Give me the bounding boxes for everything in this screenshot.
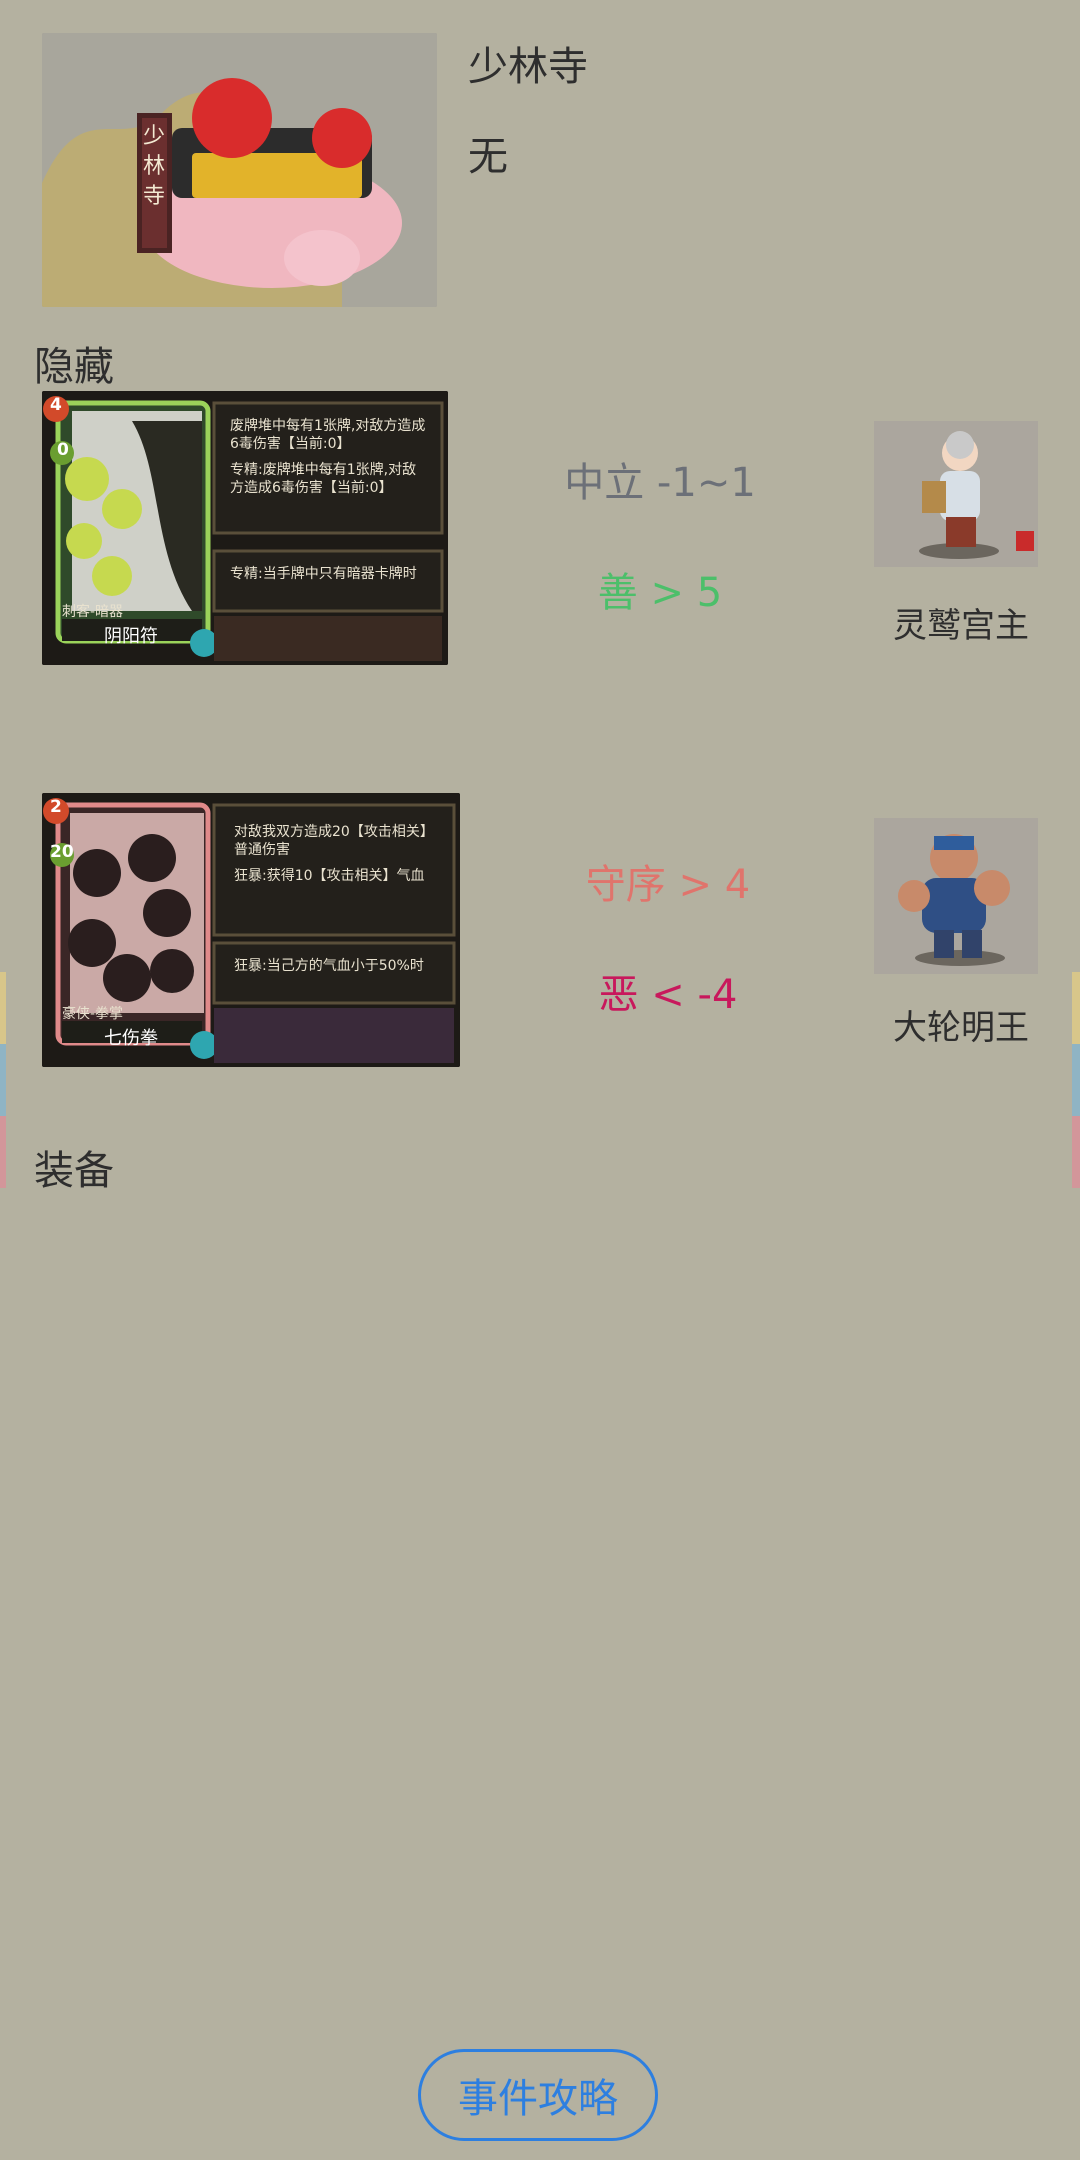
card-condition: 狂暴:当己方的气血小于50%时	[234, 958, 424, 974]
seal-text: 少	[143, 124, 165, 149]
header-image: 少 林 寺	[42, 33, 437, 307]
character-portrait[interactable]	[874, 818, 1038, 974]
svg-text:林: 林	[143, 154, 165, 179]
card-power: 0	[57, 440, 69, 460]
page-title: 少林寺	[468, 44, 588, 90]
skill-card[interactable]: 2 20 豪侠-拳掌 七伤拳 对敌我双方造成20【攻击相关】普通伤害 狂暴:获得…	[42, 793, 460, 1067]
character-portrait[interactable]	[874, 421, 1038, 567]
character-name: 大轮明王	[893, 1008, 1029, 1048]
card-cost: 4	[50, 395, 62, 415]
pig-monk-illustration: 少 林 寺	[42, 33, 437, 307]
svg-text:寺: 寺	[143, 184, 165, 209]
page-subtitle: 无	[468, 134, 508, 180]
card-name: 七伤拳	[104, 1028, 158, 1049]
edge-tab-yellow	[1072, 972, 1080, 1044]
edge-tab-pink	[0, 1116, 6, 1188]
card-description: 对敌我双方造成20【攻击相关】普通伤害	[234, 824, 434, 858]
character-art	[874, 421, 1038, 567]
alignment-requirement-evil: 恶 < -4	[598, 972, 738, 1018]
event-guide-button[interactable]: 事件攻略	[418, 2049, 658, 2141]
card-power: 20	[50, 842, 74, 862]
section-equipment-title: 装备	[34, 1148, 114, 1194]
card-type: 豪侠-拳掌	[62, 1006, 124, 1022]
character-name: 灵鹫宫主	[893, 606, 1029, 646]
character-art	[874, 818, 1038, 974]
card-description: 废牌堆中每有1张牌,对敌方造成6毒伤害【当前:0】	[230, 418, 426, 452]
edge-tab-yellow	[0, 972, 6, 1044]
card-type: 刺客-暗器	[62, 604, 124, 620]
section-hidden-title: 隐藏	[34, 344, 114, 390]
card-condition: 专精:当手牌中只有暗器卡牌时	[230, 566, 417, 582]
edge-tab-blue	[1072, 1044, 1080, 1116]
card-cost: 2	[50, 797, 62, 817]
card-mastery-description: 专精:废牌堆中每有1张牌,对敌方造成6毒伤害【当前:0】	[230, 462, 417, 496]
edge-tab-pink	[1072, 1116, 1080, 1188]
edge-tab-blue	[0, 1044, 6, 1116]
card-mastery-description: 狂暴:获得10【攻击相关】气血	[234, 868, 425, 884]
alignment-requirement-neutral: 中立 -1~1	[564, 460, 756, 506]
alignment-requirement-good: 善 > 5	[597, 570, 723, 616]
alignment-requirement-lawful: 守序 > 4	[585, 862, 751, 908]
card-name: 阴阳符	[104, 626, 158, 647]
skill-card[interactable]: 4 0 刺客-暗器 阴阳符 废牌堆中每有1张牌,对敌方造成6毒伤害【当前:0】 …	[42, 391, 448, 665]
